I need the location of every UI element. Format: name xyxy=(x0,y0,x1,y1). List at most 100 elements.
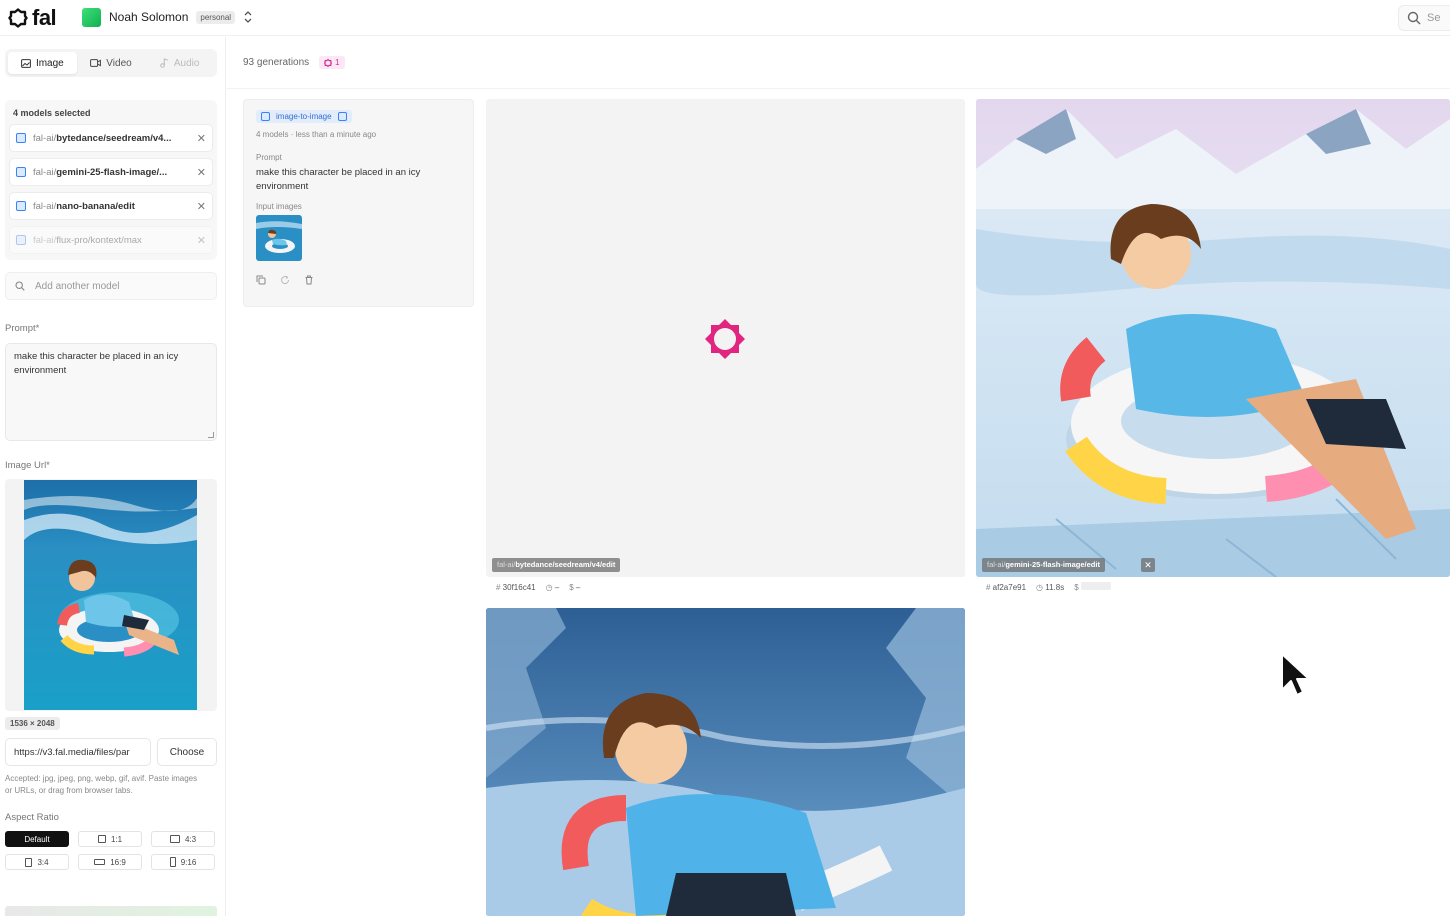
image-icon xyxy=(261,112,270,121)
tab-image-label: Image xyxy=(35,57,64,69)
image-preview[interactable] xyxy=(5,479,217,711)
aspect-option-label: 4:3 xyxy=(184,834,197,844)
model-item[interactable]: fal-ai/nano-banana/edit ✕ xyxy=(9,192,213,220)
aspect-option-label: 3:4 xyxy=(37,857,49,867)
aspect-option-label: Default xyxy=(24,834,50,844)
model-name: gemini-25-flash-image/edit xyxy=(1005,560,1100,569)
request-type-tag: image-to-image xyxy=(256,110,352,123)
aspect-option-3-4[interactable]: 3:4 xyxy=(5,854,69,870)
model-prefix: fal-ai/ xyxy=(987,560,1006,569)
request-card[interactable]: image-to-image 4 models · less than a mi… xyxy=(243,99,474,307)
result-footer: # 30f16c41 ◷ – $ – xyxy=(496,580,580,594)
chevron-up-down-icon xyxy=(244,11,252,23)
input-image-mini[interactable] xyxy=(256,215,302,261)
in-progress-badge[interactable]: 1 xyxy=(319,56,345,69)
portrait-ratio-icon xyxy=(25,857,33,867)
image-icon xyxy=(337,112,347,121)
hash-icon: # xyxy=(986,582,993,592)
aspect-ratio-label: Aspect Ratio xyxy=(5,812,59,823)
aspect-option-label: 9:16 xyxy=(180,857,197,867)
fal-logo-icon xyxy=(8,8,28,28)
result-cost: – xyxy=(575,582,581,592)
aspect-option-label: 16:9 xyxy=(110,857,126,867)
resize-handle-icon[interactable] xyxy=(208,432,214,438)
tab-video-label: Video xyxy=(106,57,132,69)
aspect-ratio-options: Default 1:1 4:3 3:4 16:9 9:16 xyxy=(5,831,215,870)
remove-model-icon[interactable]: ✕ xyxy=(197,234,206,247)
result-time: 11.8s xyxy=(1045,582,1065,592)
choose-button[interactable]: Choose xyxy=(157,738,217,766)
result-model-tag: fal-ai/bytedance/seedream/v4/edit xyxy=(492,558,621,572)
result-card-image[interactable] xyxy=(486,608,965,916)
boy-on-float-ocean-image xyxy=(24,480,197,710)
request-type-label: image-to-image xyxy=(276,112,332,121)
image-dimensions: 1536 × 2048 xyxy=(5,717,60,730)
run-button-edge[interactable] xyxy=(5,906,217,916)
result-model-tag: fal-ai/gemini-25-flash-image/edit xyxy=(982,558,1105,572)
media-tabs: Image Video Audio xyxy=(5,49,217,77)
request-meta: 4 models · less than a minute ago xyxy=(256,130,377,139)
prompt-input[interactable]: make this character be placed in an icy … xyxy=(5,343,217,441)
dollar-icon: $ xyxy=(569,582,576,592)
close-icon[interactable]: ✕ xyxy=(1141,558,1155,572)
prompt-text: make this character be placed in an icy … xyxy=(14,351,179,376)
loading-spinner-icon xyxy=(705,319,745,359)
clock-icon: ◷ xyxy=(545,582,555,592)
aspect-option-default[interactable]: Default xyxy=(5,831,69,847)
model-name: bytedance/seedream/v4... xyxy=(56,132,172,144)
image-url-label: Image Url* xyxy=(5,460,50,471)
remove-model-icon[interactable]: ✕ xyxy=(197,166,206,179)
aspect-option-9-16[interactable]: 9:16 xyxy=(151,854,215,870)
result-time: – xyxy=(554,582,560,592)
model-prefix: fal-ai/ xyxy=(33,200,57,212)
trash-icon[interactable] xyxy=(304,275,314,285)
search-button[interactable]: Se xyxy=(1398,5,1450,31)
tab-audio[interactable]: Audio xyxy=(145,52,214,74)
request-time: less than a minute ago xyxy=(295,130,377,139)
model-prefix: fal-ai/ xyxy=(497,560,516,569)
boy-on-ice-float-image xyxy=(976,99,1450,577)
landscape-ratio-icon xyxy=(169,835,180,843)
tab-image[interactable]: Image xyxy=(8,52,77,74)
image-url-input[interactable]: https://v3.fal.media/files/par xyxy=(5,738,151,766)
aspect-option-label: 1:1 xyxy=(110,834,123,844)
user-name: Noah Solomon xyxy=(109,10,189,24)
result-id: af2a7e91 xyxy=(992,582,1027,592)
mouse-cursor-icon xyxy=(1281,653,1310,696)
audio-icon xyxy=(160,58,169,68)
model-item[interactable]: fal-ai/gemini-25-flash-image/... ✕ xyxy=(9,158,213,186)
tab-video[interactable]: Video xyxy=(77,52,146,74)
models-title: 4 models selected xyxy=(13,108,91,118)
add-model-input[interactable]: Add another model xyxy=(5,272,217,300)
copy-icon[interactable] xyxy=(256,275,266,285)
result-card-loading[interactable]: fal-ai/bytedance/seedream/v4/edit xyxy=(486,99,965,577)
aspect-option-1-1[interactable]: 1:1 xyxy=(78,831,142,847)
account-switcher[interactable]: Noah Solomon personal xyxy=(78,4,280,30)
in-progress-count: 1 xyxy=(335,58,340,67)
model-icon xyxy=(16,201,26,211)
model-name: bytedance/seedream/v4/edit xyxy=(515,560,616,569)
model-prefix: fal-ai/ xyxy=(33,234,57,246)
top-bar: fal Noah Solomon personal Se xyxy=(0,0,1450,36)
plan-badge: personal xyxy=(196,10,236,24)
boy-on-float-ice-cave-image xyxy=(486,608,965,916)
aspect-option-4-3[interactable]: 4:3 xyxy=(151,831,215,847)
input-image-thumbnail xyxy=(24,480,197,710)
search-icon xyxy=(1407,11,1421,25)
rerun-icon[interactable] xyxy=(280,275,290,285)
logo-text: fal xyxy=(32,5,57,30)
result-card-image[interactable]: fal-ai/gemini-25-flash-image/edit ✕ xyxy=(976,99,1450,577)
aspect-option-16-9[interactable]: 16:9 xyxy=(78,854,142,870)
fal-logo[interactable]: fal xyxy=(8,5,57,31)
generations-count: 93 generations xyxy=(243,57,310,68)
clock-icon: ◷ xyxy=(1036,582,1046,592)
add-model-placeholder: Add another model xyxy=(35,280,120,292)
remove-model-icon[interactable]: ✕ xyxy=(197,132,206,145)
model-item[interactable]: fal-ai/bytedance/seedream/v4... ✕ xyxy=(9,124,213,152)
model-item[interactable]: fal-ai/flux-pro/kontext/max ✕ xyxy=(9,226,213,254)
fal-logo-icon xyxy=(324,58,333,67)
wide-ratio-icon xyxy=(94,859,106,865)
remove-model-icon[interactable]: ✕ xyxy=(197,200,206,213)
boy-on-float-ocean-image xyxy=(256,215,302,261)
video-icon xyxy=(90,59,102,67)
